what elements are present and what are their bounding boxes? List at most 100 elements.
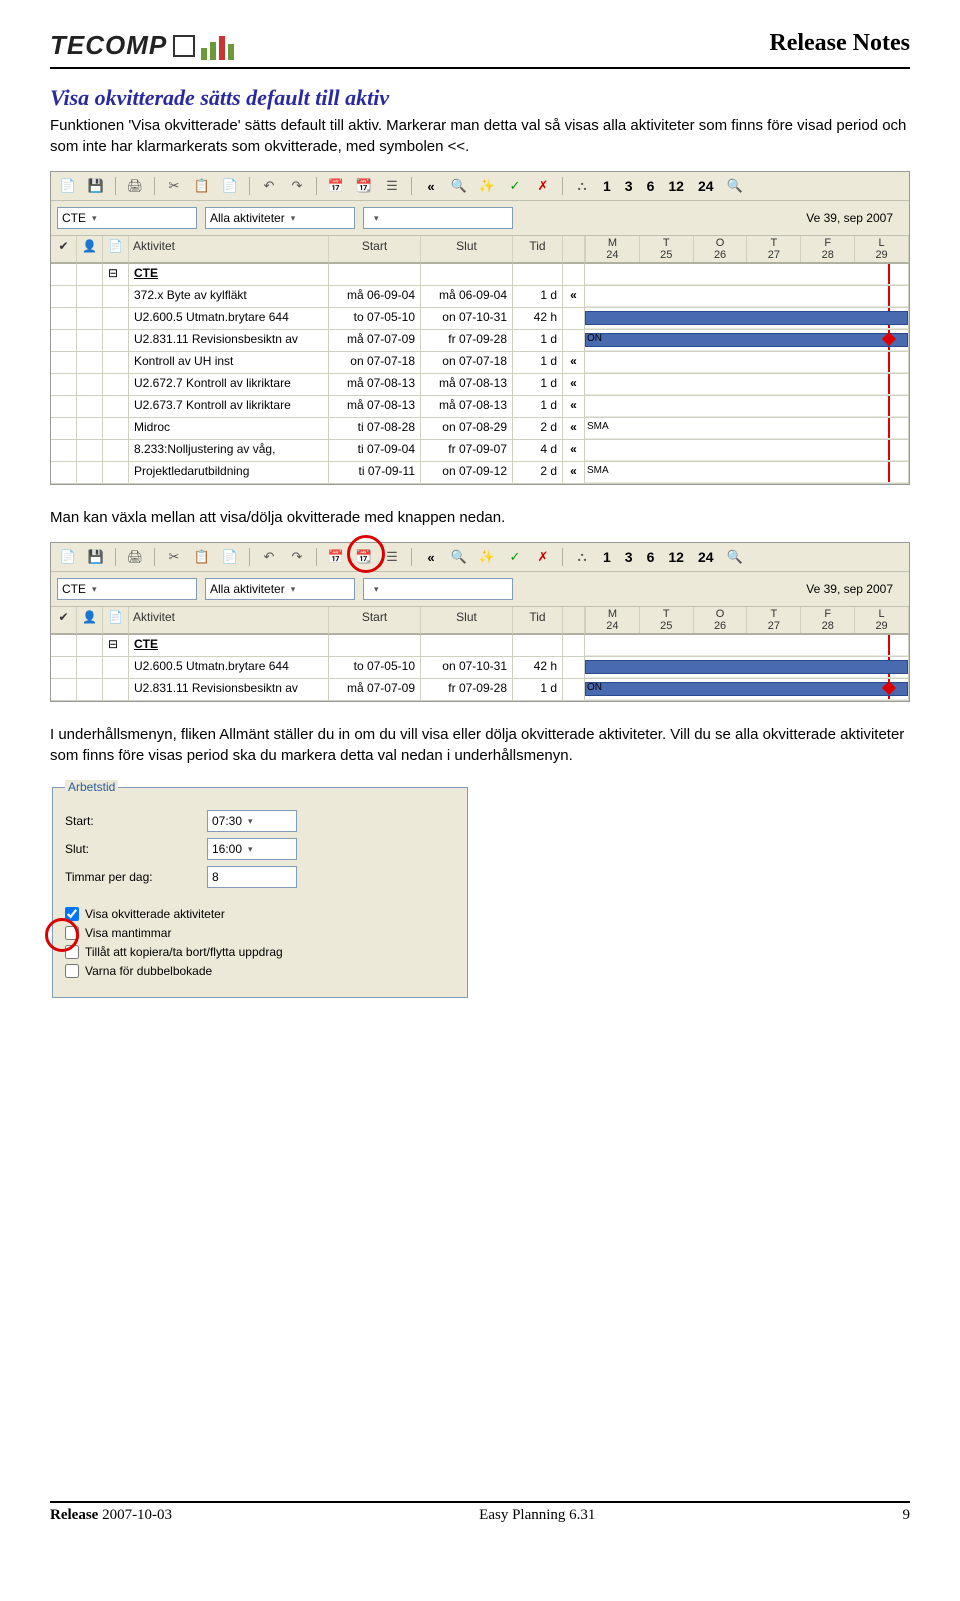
- activity-grid-2: ✔👤📄AktivitetStartSlutTidM24T25O26T27F28L…: [51, 607, 909, 701]
- combo-resource[interactable]: CTE▾: [57, 578, 197, 600]
- copy-icon[interactable]: 📋: [191, 547, 213, 567]
- new-icon[interactable]: 📄: [57, 176, 79, 196]
- undo-icon[interactable]: ↶: [258, 176, 280, 196]
- save-icon[interactable]: 💾: [85, 176, 107, 196]
- hdr-mark: [563, 236, 585, 264]
- row-activity[interactable]: U2.831.11 Revisionsbesiktn av: [129, 330, 329, 352]
- section-title: Visa okvitterade sätts default till akti…: [50, 85, 910, 111]
- row-c2: [77, 352, 103, 374]
- row-c3: [103, 396, 129, 418]
- combo-resource[interactable]: CTE▾: [57, 207, 197, 229]
- zoom-6[interactable]: 6: [643, 178, 659, 194]
- footer: Release 2007-10-03 Easy Planning 6.31 9: [50, 1501, 910, 1524]
- zoom-24[interactable]: 24: [694, 549, 718, 565]
- row-activity[interactable]: CTE: [129, 635, 329, 657]
- row-c3: [103, 352, 129, 374]
- undo-icon[interactable]: ↶: [258, 547, 280, 567]
- cancel-icon[interactable]: ✗: [532, 176, 554, 196]
- chk-allow-copy[interactable]: [65, 945, 79, 959]
- print-icon[interactable]: 🖨: [124, 547, 146, 567]
- row-gantt: [585, 657, 909, 679]
- show-unack-toggle[interactable]: «: [420, 547, 442, 567]
- row-activity[interactable]: U2.831.11 Revisionsbesiktn av: [129, 679, 329, 701]
- calendar-icon[interactable]: 📅: [325, 176, 347, 196]
- wizard-icon[interactable]: ✨: [476, 176, 498, 196]
- zoom-24[interactable]: 24: [694, 178, 718, 194]
- copy-icon[interactable]: 📋: [191, 176, 213, 196]
- zoom-in-icon[interactable]: 🔍: [724, 547, 746, 567]
- row-activity[interactable]: Projektledarutbildning: [129, 462, 329, 484]
- row-activity[interactable]: U2.673.7 Kontroll av likriktare: [129, 396, 329, 418]
- zoom-6[interactable]: 6: [643, 549, 659, 565]
- start-field[interactable]: 07:30▾: [207, 810, 297, 832]
- row-slut: må 07-08-13: [421, 396, 513, 418]
- calendar2-icon[interactable]: 📆: [353, 176, 375, 196]
- redo-icon[interactable]: ↷: [286, 176, 308, 196]
- row-start: ti 07-09-04: [329, 440, 421, 462]
- combo-extra[interactable]: ▾: [363, 578, 513, 600]
- hdr-person-icon: 👤: [77, 607, 103, 635]
- zoom-3[interactable]: 3: [621, 549, 637, 565]
- zoom-12[interactable]: 12: [664, 178, 688, 194]
- slut-field[interactable]: 16:00▾: [207, 838, 297, 860]
- save-icon[interactable]: 💾: [85, 547, 107, 567]
- row-c1: [51, 396, 77, 418]
- para-1: Funktionen 'Visa okvitterade' sätts defa…: [50, 115, 910, 157]
- paste-icon[interactable]: 📄: [219, 547, 241, 567]
- check-icon[interactable]: ✓: [504, 547, 526, 567]
- row-c2: [77, 286, 103, 308]
- row-tid: [513, 264, 563, 286]
- cut-icon[interactable]: ✂: [163, 547, 185, 567]
- row-activity[interactable]: U2.600.5 Utmatn.brytare 644: [129, 657, 329, 679]
- row-mark: «: [563, 462, 585, 484]
- zoom-12[interactable]: 12: [664, 549, 688, 565]
- combo-extra[interactable]: ▾: [363, 207, 513, 229]
- zoom-1[interactable]: 1: [599, 178, 615, 194]
- row-activity[interactable]: U2.672.7 Kontroll av likriktare: [129, 374, 329, 396]
- zoom-1[interactable]: 1: [599, 549, 615, 565]
- row-c2: [77, 418, 103, 440]
- footer-product: Easy Planning 6.31: [479, 1507, 595, 1524]
- show-unack-toggle[interactable]: «: [420, 176, 442, 196]
- row-activity[interactable]: Kontroll av UH inst: [129, 352, 329, 374]
- zoom-in-icon[interactable]: 🔍: [724, 176, 746, 196]
- chk-show-unack[interactable]: [65, 907, 79, 921]
- cancel-icon[interactable]: ✗: [532, 547, 554, 567]
- row-mark: «: [563, 440, 585, 462]
- gantt-row: [585, 308, 908, 329]
- row-slut: on 07-10-31: [421, 308, 513, 330]
- combo-activities[interactable]: Alla aktiviteter▾: [205, 578, 355, 600]
- check-icon[interactable]: ✓: [504, 176, 526, 196]
- tpd-field[interactable]: 8: [207, 866, 297, 888]
- row-tid: 1 d: [513, 679, 563, 701]
- row-activity[interactable]: Midroc: [129, 418, 329, 440]
- find-icon[interactable]: 🔍: [448, 547, 470, 567]
- zoom-3[interactable]: 3: [621, 178, 637, 194]
- row-activity[interactable]: CTE: [129, 264, 329, 286]
- chk-mantimmar[interactable]: [65, 926, 79, 940]
- tree-icon[interactable]: ⛬: [571, 547, 593, 567]
- tree-icon[interactable]: ⛬: [571, 176, 593, 196]
- new-icon[interactable]: 📄: [57, 547, 79, 567]
- gantt-icon[interactable]: ☰: [381, 547, 403, 567]
- row-activity[interactable]: 372.x Byte av kylfläkt: [129, 286, 329, 308]
- combo-activities[interactable]: Alla aktiviteter▾: [205, 207, 355, 229]
- calendar-icon[interactable]: 📅: [325, 547, 347, 567]
- row-activity[interactable]: 8.233:Nolljustering av våg,: [129, 440, 329, 462]
- chk-warn-double[interactable]: [65, 964, 79, 978]
- print-icon[interactable]: 🖨: [124, 176, 146, 196]
- gantt-icon[interactable]: ☰: [381, 176, 403, 196]
- tpd-label: Timmar per dag:: [65, 870, 195, 884]
- options-legend: Arbetstid: [65, 780, 118, 794]
- cut-icon[interactable]: ✂: [163, 176, 185, 196]
- row-activity[interactable]: U2.600.5 Utmatn.brytare 644: [129, 308, 329, 330]
- paste-icon[interactable]: 📄: [219, 176, 241, 196]
- row-c2: [77, 462, 103, 484]
- wizard-icon[interactable]: ✨: [476, 547, 498, 567]
- logo-bars-icon: [201, 32, 234, 60]
- header-separator: [50, 67, 910, 69]
- redo-icon[interactable]: ↷: [286, 547, 308, 567]
- day-header: M24T25O26T27F28L29: [585, 236, 908, 262]
- calendar2-icon[interactable]: 📆: [353, 547, 375, 567]
- find-icon[interactable]: 🔍: [448, 176, 470, 196]
